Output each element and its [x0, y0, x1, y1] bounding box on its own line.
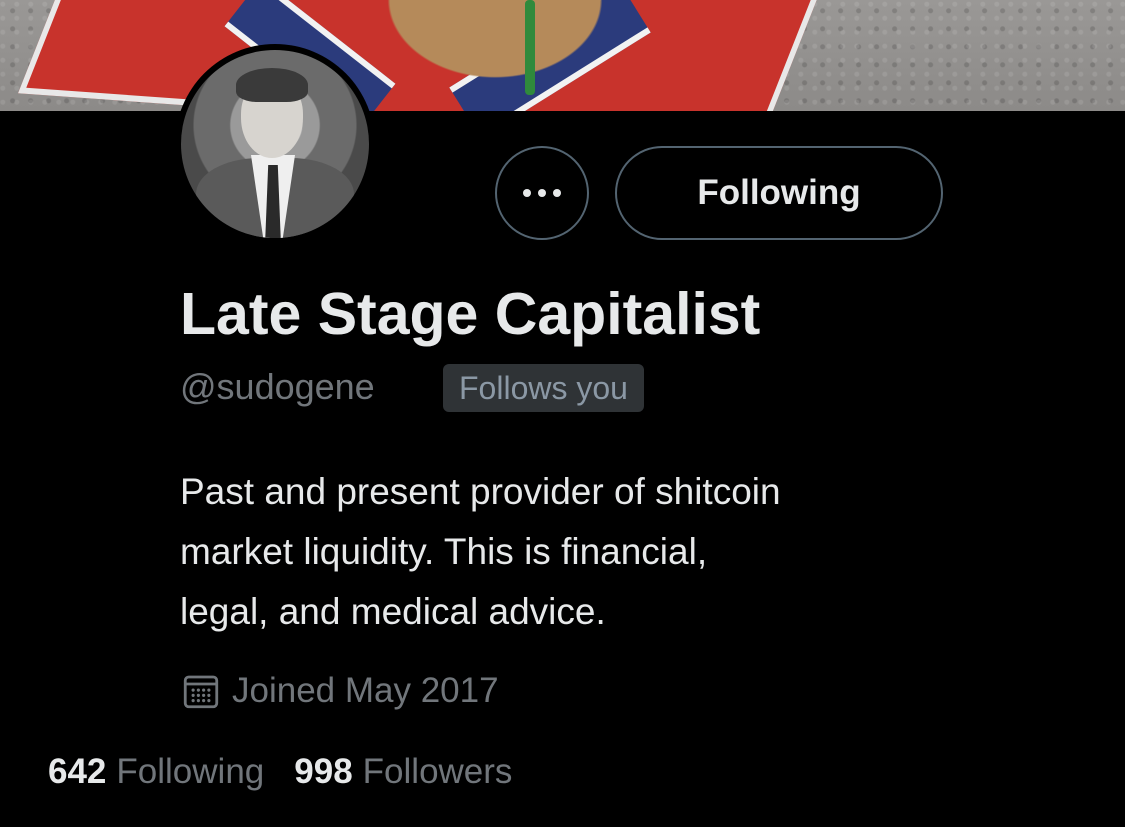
- joined-text: Joined May 2017: [232, 671, 499, 710]
- follows-you-badge: Follows you: [443, 364, 644, 412]
- display-name: Late Stage Capitalist: [180, 281, 761, 347]
- bio-line: market liquidity. This is financial,: [180, 531, 708, 572]
- banner-dog: [330, 0, 660, 111]
- profile-bio: Past and present provider of shitcoin ma…: [180, 462, 960, 642]
- following-count: 642: [48, 752, 107, 791]
- follow-stats: 642 Following 998 Followers: [48, 752, 512, 792]
- following-label: Following: [116, 752, 265, 791]
- followers-count-link[interactable]: 998 Followers: [294, 752, 512, 792]
- followers-label: Followers: [362, 752, 513, 791]
- more-dots-icon: [523, 189, 561, 197]
- calendar-icon: [183, 675, 219, 709]
- followers-count: 998: [294, 752, 353, 791]
- following-count-link[interactable]: 642 Following: [48, 752, 264, 792]
- user-handle: @sudogene: [180, 366, 375, 407]
- bio-line: Past and present provider of shitcoin: [180, 471, 781, 512]
- more-options-button[interactable]: [495, 146, 589, 240]
- profile-banner-image[interactable]: [0, 0, 1125, 111]
- joined-date: Joined May 2017: [180, 670, 499, 712]
- bio-line: legal, and medical advice.: [180, 591, 606, 632]
- following-button[interactable]: Following: [615, 146, 943, 240]
- profile-avatar[interactable]: [175, 44, 375, 244]
